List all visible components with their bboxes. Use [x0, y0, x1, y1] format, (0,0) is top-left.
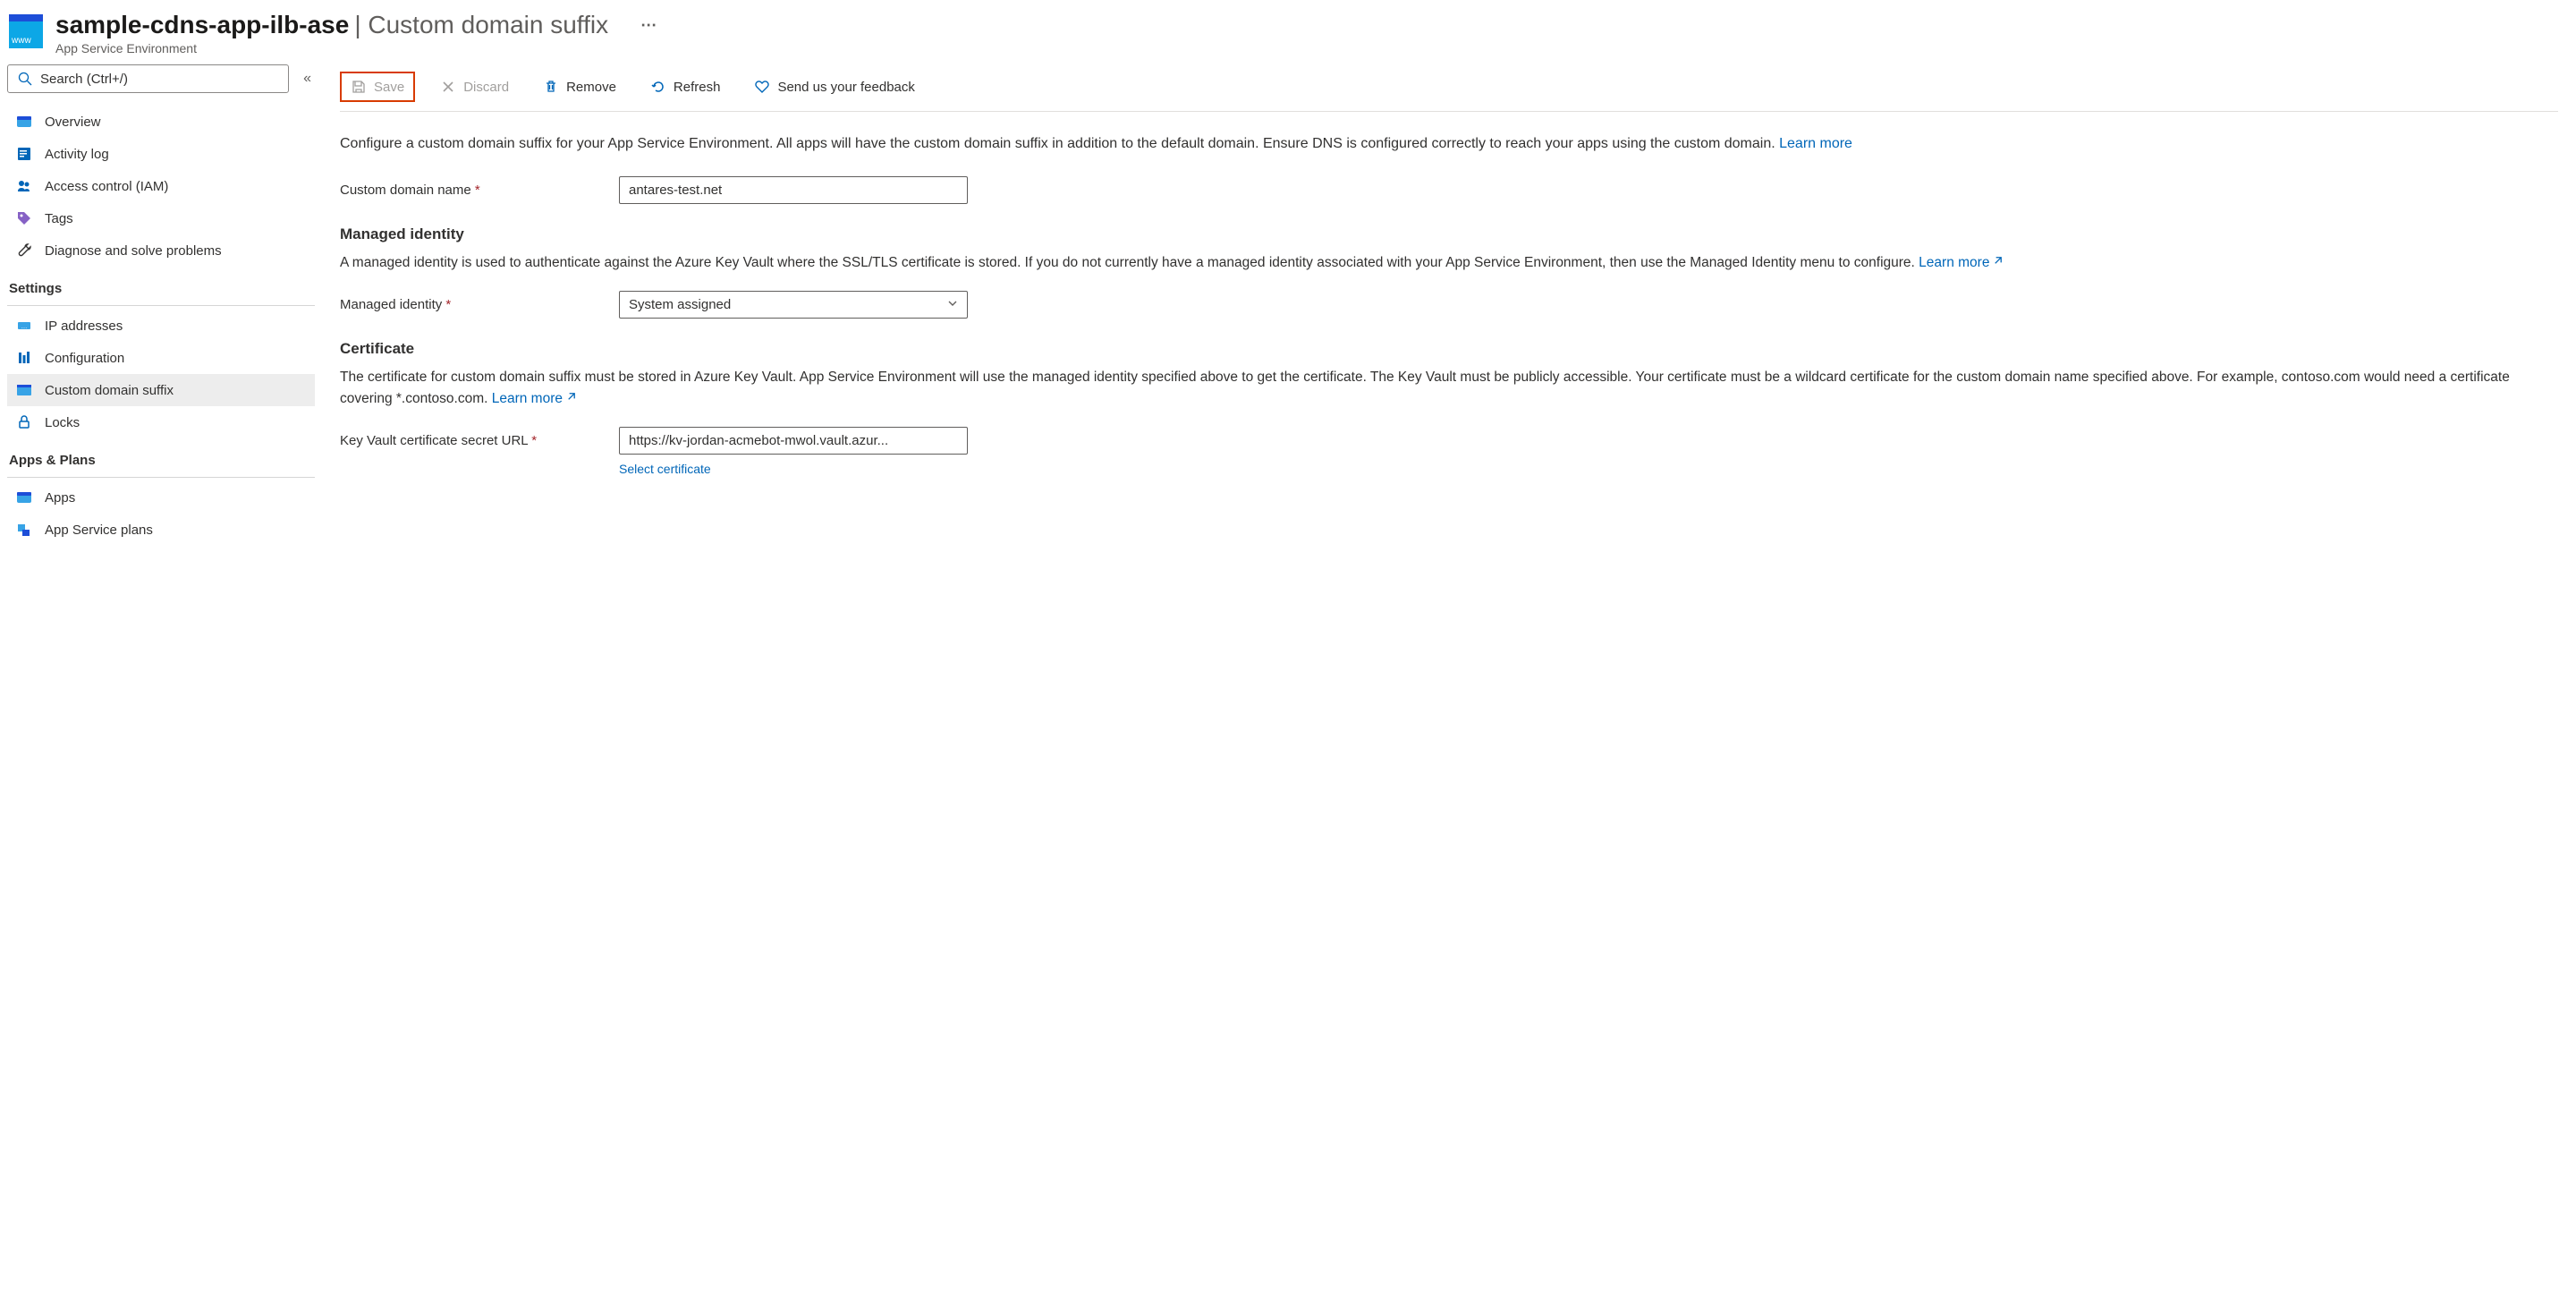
custom-domain-input[interactable] — [619, 176, 968, 204]
sidebar-item-ip-addresses[interactable]: … IP addresses — [7, 310, 315, 342]
resource-type-icon: www — [9, 14, 43, 48]
learn-more-link-cert[interactable]: Learn more — [492, 391, 577, 406]
log-icon — [16, 146, 32, 162]
people-icon — [16, 178, 32, 194]
learn-more-link-identity[interactable]: Learn more — [1919, 255, 2004, 270]
main-content: Save Discard Remove — [322, 64, 2576, 1292]
learn-more-link[interactable]: Learn more — [1779, 136, 1852, 151]
search-box[interactable] — [7, 64, 289, 93]
managed-identity-select[interactable]: System assigned — [619, 291, 968, 319]
globe-icon — [16, 114, 32, 130]
external-link-icon — [565, 391, 577, 406]
sidebar-item-label: Diagnose and solve problems — [45, 243, 222, 259]
toolbar-label: Send us your feedback — [777, 80, 914, 95]
collapse-sidebar-icon[interactable]: « — [300, 67, 315, 90]
trash-icon — [543, 79, 559, 95]
more-icon[interactable]: ⋯ — [640, 16, 658, 35]
resource-name: sample-cdns-app-ilb-ase — [55, 11, 349, 39]
sidebar-item-access-control[interactable]: Access control (IAM) — [7, 170, 315, 202]
save-button[interactable]: Save — [340, 72, 415, 102]
sidebar-section-apps-plans: Apps & Plans — [7, 438, 315, 478]
sidebar-item-label: Overview — [45, 115, 101, 130]
domain-icon — [16, 382, 32, 398]
page-title: sample-cdns-app-ilb-ase | Custom domain … — [55, 11, 658, 39]
sidebar-item-label: Tags — [45, 211, 73, 226]
sidebar-item-label: Custom domain suffix — [45, 383, 174, 398]
sidebar-item-label: Configuration — [45, 351, 124, 366]
discard-button[interactable]: Discard — [431, 73, 518, 100]
custom-domain-label: Custom domain name * — [340, 183, 619, 198]
sidebar-item-label: IP addresses — [45, 319, 123, 334]
page-subtitle: Custom domain suffix — [368, 11, 608, 38]
sidebar-item-custom-domain-suffix[interactable]: Custom domain suffix — [7, 374, 315, 406]
external-link-icon — [1992, 255, 2004, 270]
managed-identity-desc: A managed identity is used to authentica… — [340, 252, 2558, 273]
managed-identity-label: Managed identity * — [340, 297, 619, 312]
keyvault-url-label: Key Vault certificate secret URL * — [340, 433, 619, 448]
page-header: www sample-cdns-app-ilb-ase | Custom dom… — [0, 0, 2576, 64]
toolbar-label: Discard — [463, 80, 509, 95]
search-icon — [17, 71, 33, 87]
tag-icon — [16, 210, 32, 226]
refresh-icon — [650, 79, 666, 95]
toolbar: Save Discard Remove — [340, 64, 2558, 112]
managed-identity-heading: Managed identity — [340, 225, 2558, 243]
sidebar-item-apps[interactable]: Apps — [7, 481, 315, 514]
refresh-button[interactable]: Refresh — [641, 73, 730, 100]
plans-icon — [16, 522, 32, 538]
sidebar-item-configuration[interactable]: Configuration — [7, 342, 315, 374]
sidebar: « Overview Activity log Access control (… — [0, 64, 322, 1292]
save-icon — [351, 79, 367, 95]
heart-icon — [754, 79, 770, 95]
certificate-heading: Certificate — [340, 340, 2558, 358]
toolbar-label: Remove — [566, 80, 616, 95]
sidebar-item-app-service-plans[interactable]: App Service plans — [7, 514, 315, 546]
toolbar-label: Refresh — [674, 80, 721, 95]
remove-button[interactable]: Remove — [534, 73, 625, 100]
sidebar-item-overview[interactable]: Overview — [7, 106, 315, 138]
select-value: System assigned — [629, 297, 731, 312]
resource-type-label: App Service Environment — [55, 41, 658, 55]
sidebar-section-settings: Settings — [7, 267, 315, 306]
sidebar-item-label: Locks — [45, 415, 80, 430]
feedback-button[interactable]: Send us your feedback — [745, 73, 923, 100]
svg-text:…: … — [21, 324, 28, 330]
select-certificate-link[interactable]: Select certificate — [619, 462, 711, 476]
sidebar-item-label: App Service plans — [45, 523, 153, 538]
search-input[interactable] — [40, 72, 279, 87]
intro-text: Configure a custom domain suffix for you… — [340, 133, 2558, 155]
lock-icon — [16, 414, 32, 430]
sidebar-item-locks[interactable]: Locks — [7, 406, 315, 438]
sidebar-item-label: Activity log — [45, 147, 109, 162]
sidebar-item-diagnose[interactable]: Diagnose and solve problems — [7, 234, 315, 267]
toolbar-label: Save — [374, 80, 404, 95]
keyvault-url-input[interactable] — [619, 427, 968, 455]
config-icon — [16, 350, 32, 366]
sidebar-item-label: Access control (IAM) — [45, 179, 168, 194]
sidebar-item-tags[interactable]: Tags — [7, 202, 315, 234]
wrench-icon — [16, 242, 32, 259]
chevron-down-icon — [947, 297, 958, 312]
certificate-desc: The certificate for custom domain suffix… — [340, 367, 2558, 409]
close-icon — [440, 79, 456, 95]
sidebar-item-activity-log[interactable]: Activity log — [7, 138, 315, 170]
ip-icon: … — [16, 318, 32, 334]
sidebar-item-label: Apps — [45, 490, 75, 506]
apps-icon — [16, 489, 32, 506]
